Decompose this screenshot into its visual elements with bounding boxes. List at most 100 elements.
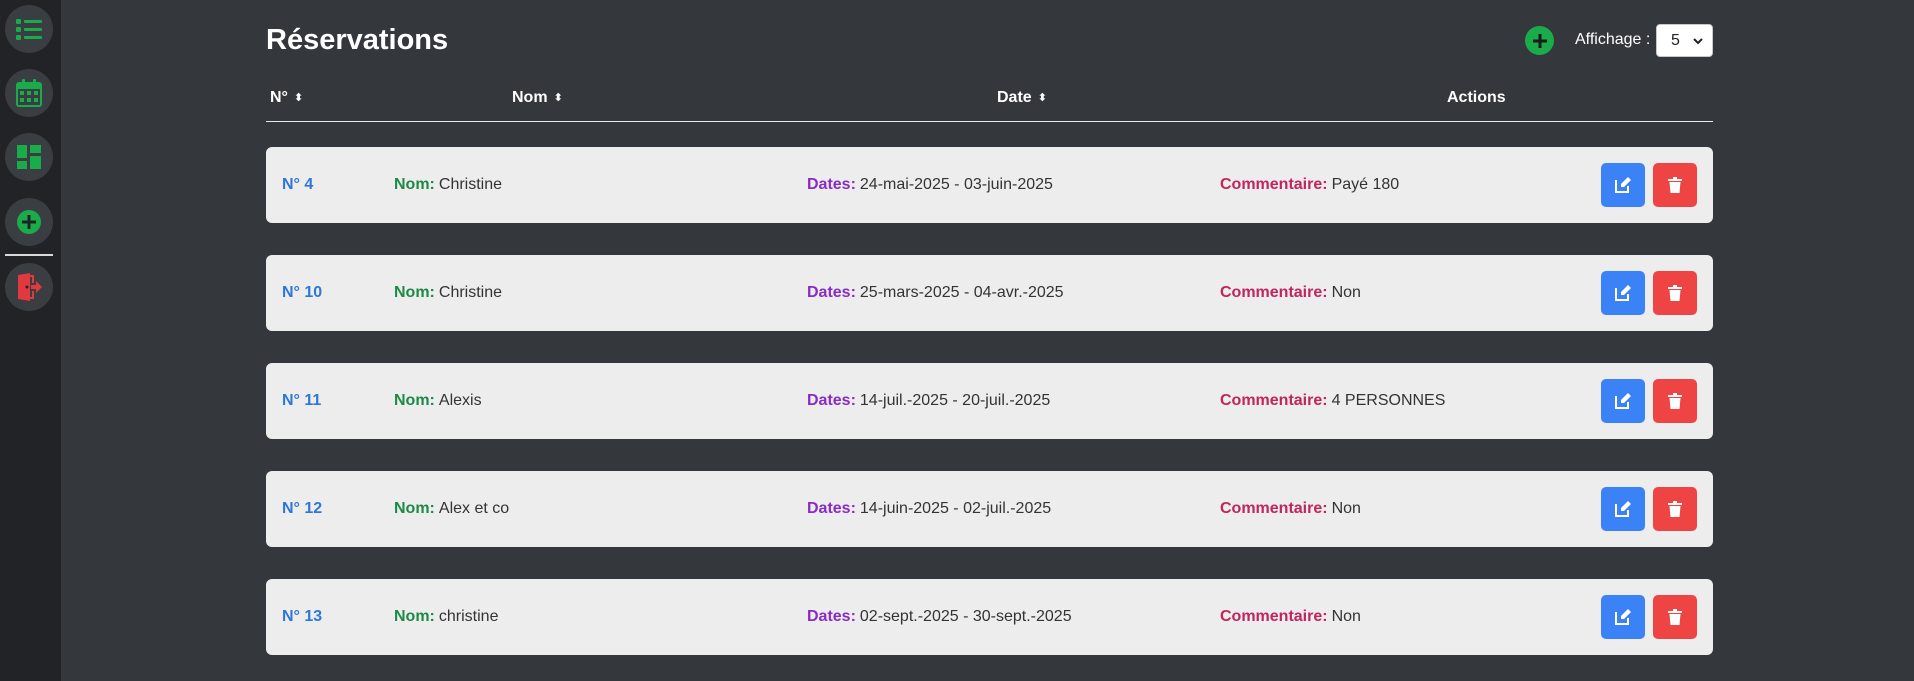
column-header-nom[interactable]: Nom ⬍ [512, 89, 563, 107]
reservation-row: N° 12 Nom: Alex et co Dates: 14-juin-202… [266, 471, 1713, 547]
reservation-comment: Commentaire: Non [1220, 579, 1361, 655]
dashboard-icon [17, 145, 41, 169]
comment-label: Commentaire: [1220, 500, 1328, 517]
trash-icon [1668, 609, 1682, 625]
comment-label: Commentaire: [1220, 608, 1328, 625]
reservation-name: Nom: Christine [394, 255, 502, 331]
reservation-number: N° 10 [282, 284, 323, 301]
name-value: Alex et co [438, 500, 510, 517]
add-reservation-button[interactable] [1525, 26, 1554, 55]
dates-label: Dates: [807, 608, 856, 625]
dates-label: Dates: [807, 284, 856, 301]
name-value: Christine [438, 176, 503, 193]
sidebar-item-add[interactable] [5, 198, 53, 246]
dates-value: 14-juil.-2025 - 20-juil.-2025 [859, 392, 1051, 409]
sidebar-item-list[interactable] [5, 5, 53, 53]
column-header-actions-label: Actions [1447, 89, 1506, 106]
name-value: christine [438, 608, 499, 625]
edit-icon [1615, 501, 1631, 517]
column-header-num[interactable]: N° ⬍ [270, 89, 303, 107]
sidebar-divider [5, 254, 53, 256]
name-label: Nom: [394, 284, 435, 301]
name-value: Christine [438, 284, 503, 301]
sort-icon: ⬍ [553, 91, 563, 104]
logout-icon [18, 273, 42, 301]
name-value: Alexis [438, 392, 482, 409]
plus-icon [1532, 33, 1547, 48]
edit-button[interactable] [1601, 163, 1645, 207]
reservation-name: Nom: Alexis [394, 363, 482, 439]
column-header-date[interactable]: Date ⬍ [997, 89, 1047, 107]
dates-label: Dates: [807, 392, 856, 409]
dates-value: 25-mars-2025 - 04-avr.-2025 [859, 284, 1064, 301]
affichage-label: Affichage : [1575, 31, 1651, 48]
comment-label: Commentaire: [1220, 392, 1328, 409]
reservation-comment: Commentaire: 4 PERSONNES [1220, 363, 1445, 439]
sort-icon: ⬍ [1037, 91, 1047, 104]
reservation-name: Nom: Christine [394, 147, 502, 223]
reservation-comment: Commentaire: Payé 180 [1220, 147, 1399, 223]
comment-value: 4 PERSONNES [1331, 392, 1446, 409]
reservation-row: N° 10 Nom: Christine Dates: 25-mars-2025… [266, 255, 1713, 331]
comment-label: Commentaire: [1220, 176, 1328, 193]
trash-icon [1668, 393, 1682, 409]
reservation-number: N° 13 [282, 608, 323, 625]
dates-label: Dates: [807, 500, 856, 517]
column-header-date-label: Date [997, 89, 1032, 106]
affichage-select[interactable]: 5 [1656, 24, 1713, 57]
sort-icon: ⬍ [293, 91, 304, 104]
delete-button[interactable] [1653, 487, 1697, 531]
sidebar-item-calendar[interactable] [5, 69, 53, 117]
trash-icon [1668, 501, 1682, 517]
delete-button[interactable] [1653, 271, 1697, 315]
header-divider [266, 121, 1713, 122]
delete-button[interactable] [1653, 379, 1697, 423]
edit-icon [1615, 285, 1631, 301]
reservation-dates: Dates: 25-mars-2025 - 04-avr.-2025 [807, 255, 1064, 331]
reservation-dates: Dates: 02-sept.-2025 - 30-sept.-2025 [807, 579, 1072, 655]
edit-button[interactable] [1601, 379, 1645, 423]
reservation-number: N° 11 [282, 392, 322, 409]
edit-icon [1615, 393, 1631, 409]
name-label: Nom: [394, 608, 435, 625]
name-label: Nom: [394, 176, 435, 193]
dates-label: Dates: [807, 176, 856, 193]
delete-button[interactable] [1653, 163, 1697, 207]
edit-button[interactable] [1601, 595, 1645, 639]
sidebar-item-dashboard[interactable] [5, 133, 53, 181]
column-header-actions: Actions [1447, 89, 1506, 107]
reservation-number: N° 4 [282, 176, 314, 193]
reservation-number: N° 12 [282, 500, 323, 517]
dates-value: 14-juin-2025 - 02-juil.-2025 [859, 500, 1052, 517]
plus-circle-icon [17, 210, 41, 234]
list-icon [16, 19, 42, 40]
sidebar-item-logout[interactable] [5, 263, 53, 311]
trash-icon [1668, 285, 1682, 301]
reservation-dates: Dates: 24-mai-2025 - 03-juin-2025 [807, 147, 1053, 223]
reservation-row: N° 4 Nom: Christine Dates: 24-mai-2025 -… [266, 147, 1713, 223]
edit-icon [1615, 609, 1631, 625]
delete-button[interactable] [1653, 595, 1697, 639]
dates-value: 24-mai-2025 - 03-juin-2025 [859, 176, 1053, 193]
affichage-select-value: 5 [1671, 31, 1680, 49]
calendar-icon [16, 79, 42, 107]
reservation-row: N° 11 Nom: Alexis Dates: 14-juil.-2025 -… [266, 363, 1713, 439]
edit-button[interactable] [1601, 271, 1645, 315]
edit-button[interactable] [1601, 487, 1645, 531]
reservation-comment: Commentaire: Non [1220, 471, 1361, 547]
name-label: Nom: [394, 500, 435, 517]
reservation-name: Nom: Alex et co [394, 471, 509, 547]
page-title: Réservations [266, 24, 449, 56]
reservation-comment: Commentaire: Non [1220, 255, 1361, 331]
comment-value: Non [1331, 500, 1361, 517]
trash-icon [1668, 177, 1682, 193]
comment-value: Non [1331, 608, 1361, 625]
chevron-down-icon [1693, 38, 1703, 45]
dates-value: 02-sept.-2025 - 30-sept.-2025 [859, 608, 1072, 625]
reservation-name: Nom: christine [394, 579, 498, 655]
edit-icon [1615, 177, 1631, 193]
reservation-dates: Dates: 14-juil.-2025 - 20-juil.-2025 [807, 363, 1050, 439]
reservation-row: N° 13 Nom: christine Dates: 02-sept.-202… [266, 579, 1713, 655]
name-label: Nom: [394, 392, 435, 409]
comment-value: Non [1331, 284, 1361, 301]
